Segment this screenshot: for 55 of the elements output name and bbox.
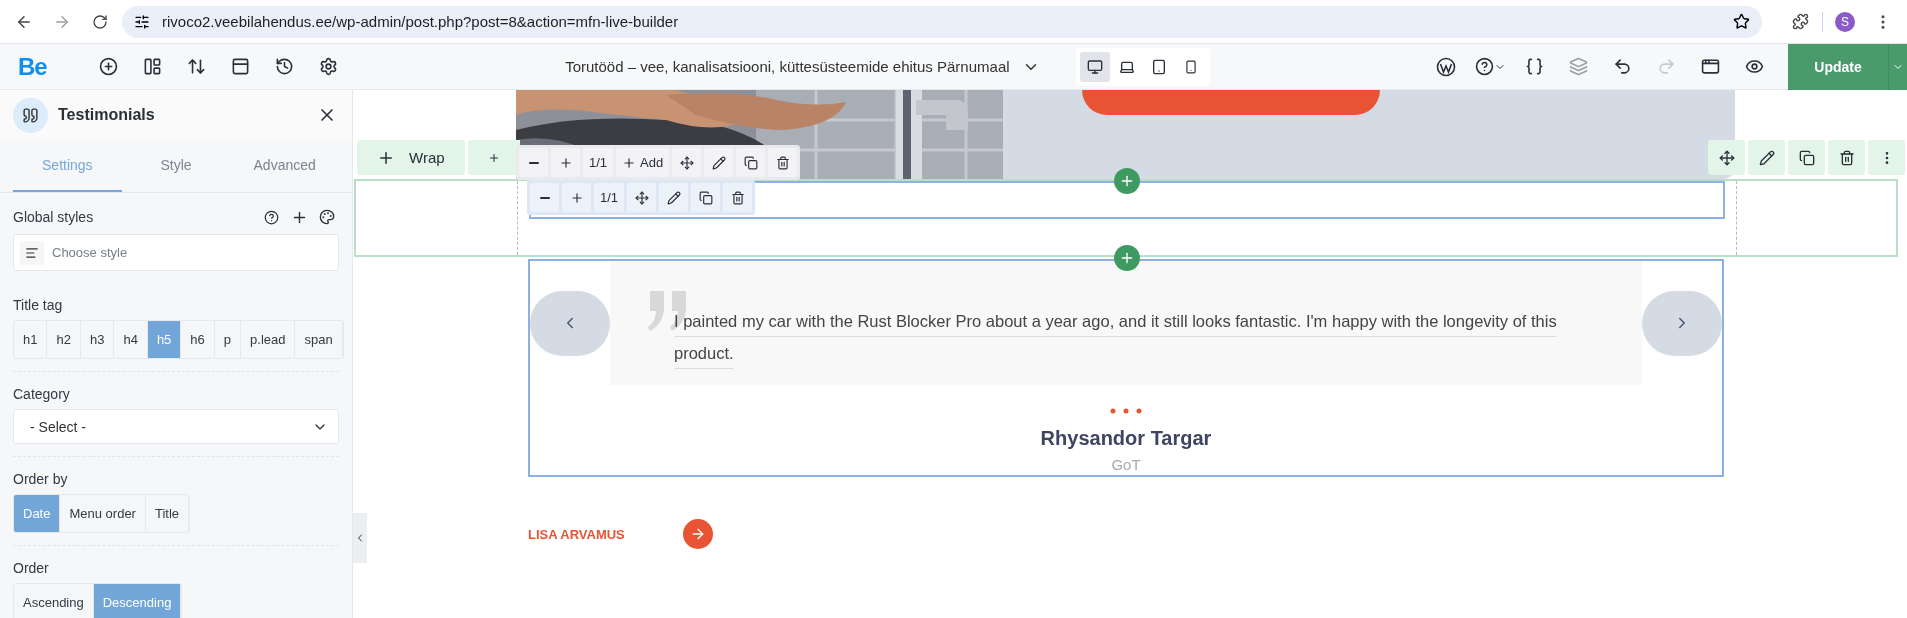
profile-avatar[interactable]: S xyxy=(1835,11,1855,32)
size-counter[interactable]: 1/1 xyxy=(594,183,625,212)
panel-tab[interactable]: Advanced xyxy=(230,140,339,192)
builder-logo: Be xyxy=(18,52,47,81)
duplicate-icon[interactable] xyxy=(736,148,766,177)
wrap-button[interactable]: Wrap xyxy=(357,140,465,175)
field-label: Global styles xyxy=(13,209,95,225)
field-label: Title tag xyxy=(13,297,64,313)
plus-icon xyxy=(558,155,573,170)
decrease-button[interactable] xyxy=(519,148,548,177)
move-icon[interactable] xyxy=(1708,140,1745,175)
increase-button[interactable] xyxy=(562,183,591,212)
move-icon[interactable] xyxy=(627,183,657,212)
reload-icon xyxy=(92,13,108,30)
bookmark-star-icon[interactable] xyxy=(1733,13,1750,30)
option-button[interactable]: h1 xyxy=(14,321,48,358)
edit-icon[interactable] xyxy=(1748,140,1785,175)
panel-tab[interactable]: Style xyxy=(121,140,231,192)
increase-button[interactable] xyxy=(551,148,580,177)
category-select[interactable]: - Select - xyxy=(13,409,339,444)
update-dropdown-icon[interactable] xyxy=(1888,43,1907,90)
site-settings-icon xyxy=(134,13,150,30)
add-review-link[interactable]: LISA ARVAMUS xyxy=(528,526,625,542)
list-icon xyxy=(20,240,44,265)
delete-icon[interactable] xyxy=(1828,140,1865,175)
page-title: Torutööd – vee, kanalisatsiooni, küttesüsteemide ehitus Pärnumaal xyxy=(565,58,1010,75)
duplicate-icon[interactable] xyxy=(1788,140,1825,175)
plus-icon xyxy=(622,155,637,170)
decrease-button[interactable] xyxy=(530,183,559,212)
minus-icon xyxy=(539,196,550,199)
field-label: Order by xyxy=(13,471,69,487)
edit-icon[interactable] xyxy=(704,148,734,177)
minus-icon xyxy=(528,161,539,164)
testimonials-icon xyxy=(13,97,48,133)
address-bar[interactable]: rivoco2.veebilahendus.ee/wp-admin/post.php?post=8&action=mfn-live-builder xyxy=(122,5,1762,38)
plus-icon xyxy=(569,190,584,205)
url-text: rivoco2.veebilahendus.ee/wp-admin/post.php?post=8&action=mfn-live-builder xyxy=(162,13,680,30)
pagination-dots[interactable] xyxy=(1109,407,1143,415)
option-button[interactable]: Ascending xyxy=(14,584,94,618)
edit-icon[interactable] xyxy=(659,183,689,212)
size-counter[interactable]: 1/1 xyxy=(583,148,614,177)
arrow-right-icon[interactable] xyxy=(682,519,713,549)
style-field[interactable]: Choose style xyxy=(13,234,339,271)
field-label: Category xyxy=(13,386,71,402)
field-label: Order xyxy=(13,560,50,576)
panel-title: Testimonials xyxy=(58,106,156,124)
add-button[interactable]: Add xyxy=(616,148,670,177)
author-group: GoT xyxy=(1111,456,1141,473)
delete-icon[interactable] xyxy=(723,183,753,212)
desktop-view-icon[interactable] xyxy=(1079,51,1110,82)
testimonial-quote: I painted my car with the Rust Blocker Pro about a year ago, and it still looks fantastic. I'm happy with the longevity of this product. xyxy=(674,311,1558,364)
move-icon[interactable] xyxy=(672,148,702,177)
duplicate-icon[interactable] xyxy=(691,183,721,212)
delete-icon[interactable] xyxy=(768,148,798,177)
author-name: Rhysandor Targar xyxy=(1040,427,1212,450)
